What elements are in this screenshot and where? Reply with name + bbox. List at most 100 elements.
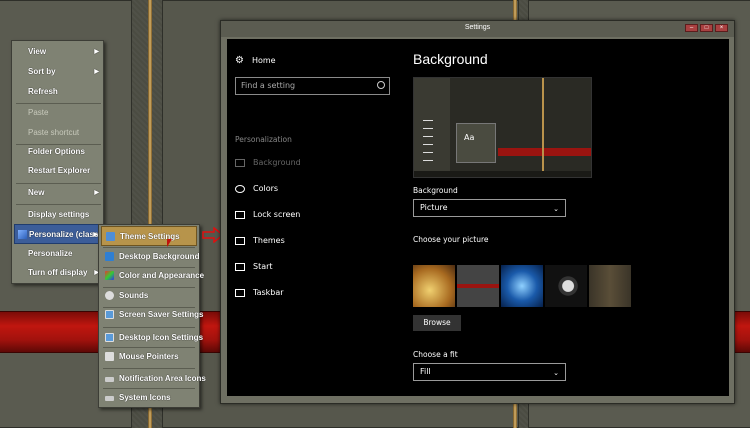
menu-item-label: New [28,188,45,197]
nav-item-label: Themes [253,236,285,245]
window-titlebar[interactable]: Settings – □ × [221,21,734,37]
nav-item-label: Taskbar [253,288,284,297]
menu-item-restart-explorer[interactable]: Restart Explorer [14,161,103,181]
browse-button[interactable]: Browse [413,315,461,331]
menu-item-paste-shortcut: Paste shortcut [14,123,103,143]
submenu-item-mouse-pointers[interactable]: Mouse Pointers [101,347,197,367]
submenu-arrow-icon: ▶ [94,190,99,196]
choose-fit-label: Choose a fit [413,350,458,359]
preview-menu-lines [423,120,433,121]
nav-item-colors[interactable]: Colors [235,184,278,193]
minimize-button[interactable]: – [685,24,698,32]
preview-red-band [498,148,591,156]
menu-item-personalize-classic[interactable]: Personalize (classic) ▶ [14,224,108,244]
menu-item-label: Paste [28,108,49,117]
search-icon [377,81,385,89]
settings-content: Background Aa Background Picture ⌄ Choos… [413,39,723,396]
picture-thumbnail[interactable] [413,265,455,307]
menu-item-refresh[interactable]: Refresh [14,82,103,102]
submenu-item-label: Mouse Pointers [119,352,179,361]
nav-item-label: Lock screen [253,210,301,219]
preview-sample-text: Aa [464,133,475,142]
background-label: Background [413,186,458,195]
settings-window: Settings – □ × ⚙ Home Find a setting Per… [220,20,735,404]
menu-item-folder-options[interactable]: Folder Options [14,142,103,162]
submenu-item-label: Screen Saver Settings [119,310,204,319]
menu-item-display-settings[interactable]: Display settings [14,205,103,225]
menu-item-label: View [28,47,47,56]
menu-item-label: Folder Options [28,147,85,156]
submenu-item-sounds[interactable]: Sounds [101,286,197,306]
submenu-item-theme-settings[interactable]: Theme Settings [101,226,197,246]
menu-item-sort-by[interactable]: Sort by ▶ [14,62,103,82]
taskbar-icon [235,288,245,297]
submenu-item-system-icons[interactable]: System Icons [101,388,197,408]
menu-item-personalize[interactable]: Personalize [14,244,103,264]
submenu-item-label: Sounds [119,291,149,300]
settings-nav: ⚙ Home Find a setting Personalization Ba… [227,39,397,396]
lock-screen-icon [235,210,245,219]
window-controls: – □ × [685,24,728,33]
notification-icon [105,377,114,382]
search-input[interactable]: Find a setting [235,77,390,95]
preview-taskbar [414,171,591,177]
preview-start-menu [414,78,450,177]
nav-home[interactable]: ⚙ Home [235,55,276,66]
submenu-item-notification-area-icons[interactable]: Notification Area Icons [101,369,206,389]
background-type-select[interactable]: Picture ⌄ [413,199,566,217]
menu-item-turn-off-display[interactable]: Turn off display ▶ [14,263,103,283]
close-button[interactable]: × [715,24,728,32]
menu-item-label: Turn off display [28,268,88,277]
mouse-cursor-icon [167,239,172,247]
nav-item-taskbar[interactable]: Taskbar [235,288,284,297]
fit-value: Fill [420,367,431,376]
personalize-icon [18,230,27,239]
submenu-item-desktop-icon-settings[interactable]: Desktop Icon Settings [101,328,203,348]
choose-picture-label: Choose your picture [413,235,489,244]
desktop-background-icon [105,252,114,261]
sounds-icon [105,291,114,300]
search-placeholder: Find a setting [241,81,296,90]
submenu-item-desktop-background[interactable]: Desktop Background [101,247,200,267]
menu-item-label: Sort by [28,67,56,76]
mouse-icon [105,352,114,361]
submenu-item-label: Desktop Background [119,252,200,261]
system-icons-icon [105,396,114,401]
start-icon [235,262,245,271]
submenu-item-label: Desktop Icon Settings [119,333,204,342]
theme-icon [106,232,115,241]
picture-thumbnail[interactable] [589,265,631,307]
desktop-icons-icon [105,333,114,342]
picture-thumbnail[interactable] [457,265,499,307]
window-title: Settings [464,24,491,31]
nav-item-background[interactable]: Background [235,158,301,167]
menu-item-paste: Paste [14,103,103,123]
preview-window [456,123,496,163]
nav-item-lock-screen[interactable]: Lock screen [235,210,300,219]
color-icon [105,271,114,280]
menu-item-label: Display settings [28,210,90,219]
maximize-button[interactable]: □ [700,24,713,32]
submenu-item-color-and-appearance[interactable]: Color and Appearance [101,266,204,286]
image-icon [235,158,245,167]
settings-body: ⚙ Home Find a setting Personalization Ba… [227,39,729,396]
menu-item-label: Restart Explorer [28,166,91,175]
submenu-arrow-icon: ▶ [94,69,99,75]
nav-item-themes[interactable]: Themes [235,236,285,245]
preview-gold-line [542,78,544,177]
nav-item-start[interactable]: Start [235,262,273,271]
page-title: Background [413,51,488,67]
nav-item-label: Background [253,158,301,167]
fit-select[interactable]: Fill ⌄ [413,363,566,381]
menu-item-label: Refresh [28,87,58,96]
palette-icon [235,184,245,193]
picture-thumbnail[interactable] [545,265,587,307]
menu-item-view[interactable]: View ▶ [14,42,103,62]
nav-home-label: Home [251,56,276,65]
picture-thumbnail[interactable] [501,265,543,307]
background-preview: Aa [413,77,592,178]
nav-section-heading: Personalization [235,135,292,144]
screensaver-icon [105,310,114,319]
submenu-item-screen-saver-settings[interactable]: Screen Saver Settings [101,305,203,325]
menu-item-new[interactable]: New ▶ [14,183,103,203]
